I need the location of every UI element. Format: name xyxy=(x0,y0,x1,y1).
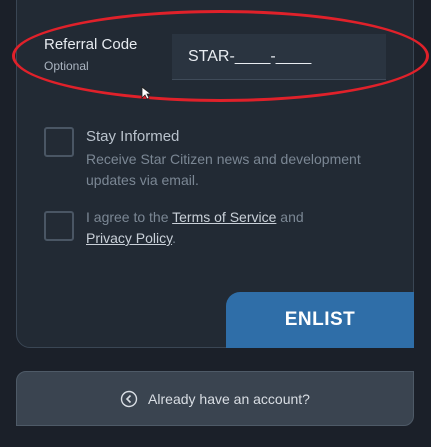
circle-arrow-left-icon xyxy=(120,390,138,407)
stay-informed-title: Stay Informed xyxy=(86,128,180,145)
agreement-suffix: . xyxy=(172,230,176,246)
stay-informed-description: Receive Star Citizen news and developmen… xyxy=(86,151,361,188)
stay-informed-checkbox[interactable] xyxy=(44,127,74,157)
already-have-account-button[interactable]: Already have an account? xyxy=(16,371,414,426)
referral-code-optional-label: Optional xyxy=(44,59,89,73)
enlist-button[interactable]: ENLIST xyxy=(226,292,414,348)
terms-of-service-link[interactable]: Terms of Service xyxy=(172,209,276,225)
referral-code-label: Referral Code xyxy=(44,36,138,53)
referral-code-input[interactable] xyxy=(172,34,386,80)
terms-agreement-checkbox[interactable] xyxy=(44,211,74,241)
terms-agreement-text: I agree to the Terms of Service and Priv… xyxy=(86,207,386,249)
agreement-prefix: I agree to the xyxy=(86,209,173,225)
agreement-middle: and xyxy=(276,209,304,225)
privacy-policy-link[interactable]: Privacy Policy xyxy=(86,230,172,246)
already-have-account-label: Already have an account? xyxy=(148,390,310,407)
mouse-cursor-icon xyxy=(141,86,153,100)
